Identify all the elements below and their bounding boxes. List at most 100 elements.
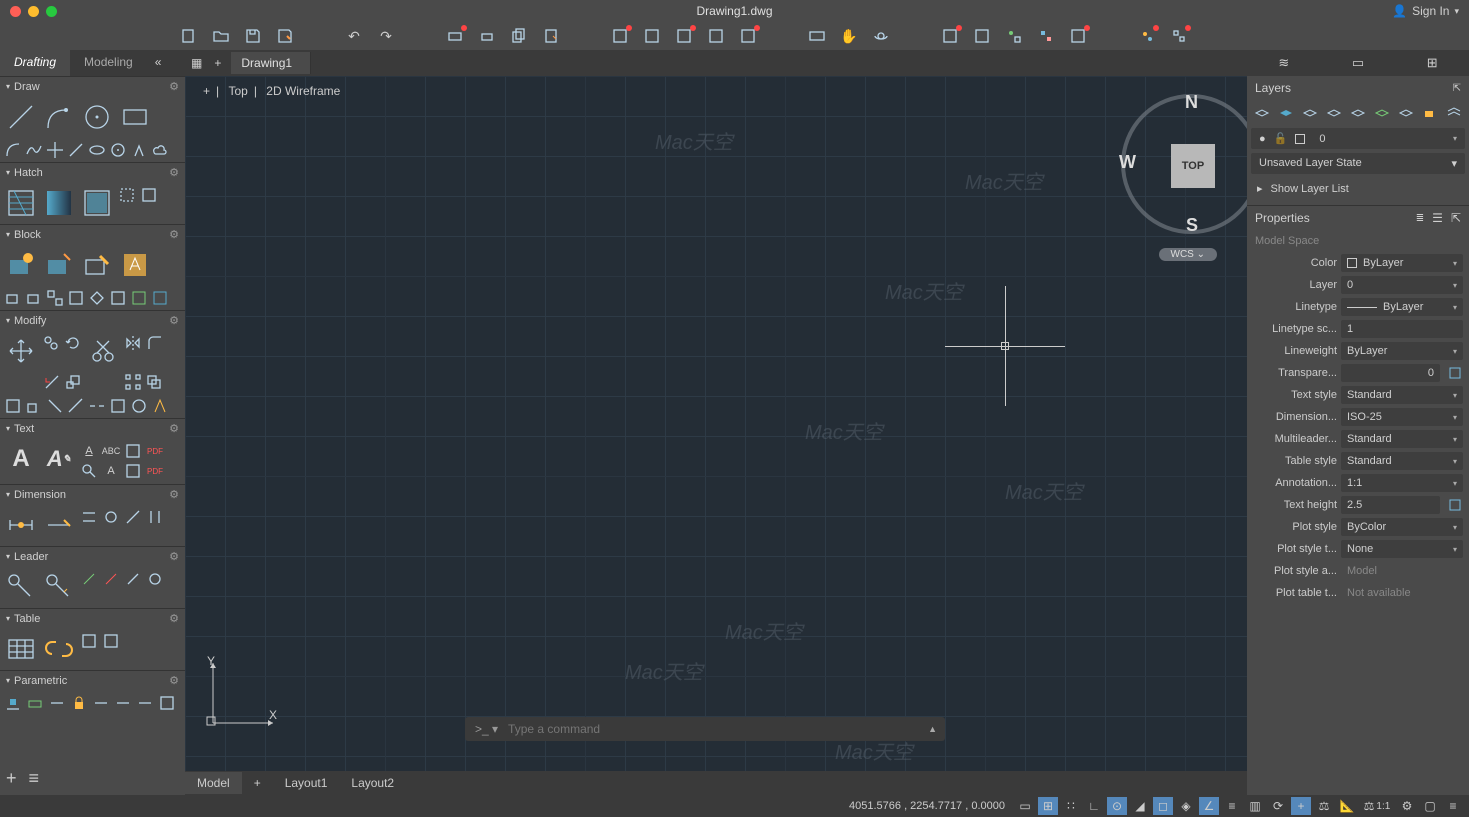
- circle-tool-icon[interactable]: [80, 100, 114, 134]
- layer-mgr-icon[interactable]: [1444, 103, 1463, 123]
- section-text-header[interactable]: ▾Text⚙: [0, 419, 185, 438]
- gear-icon[interactable]: ⚙: [169, 314, 179, 327]
- paste-icon[interactable]: [542, 27, 560, 45]
- ray-tool-icon[interactable]: [67, 141, 85, 159]
- revision-cloud-icon[interactable]: [151, 141, 169, 159]
- count-icon[interactable]: [109, 289, 127, 307]
- offset-tool-icon[interactable]: [145, 373, 163, 391]
- redo-icon[interactable]: ↷: [377, 27, 395, 45]
- stretch-tool-icon[interactable]: [43, 373, 61, 391]
- find-text-icon[interactable]: [80, 462, 98, 480]
- viewcube-w[interactable]: W: [1119, 152, 1136, 173]
- measure-icon[interactable]: [808, 27, 826, 45]
- edit-attr-icon[interactable]: [67, 289, 85, 307]
- section-leader-header[interactable]: ▾Leader⚙: [0, 547, 185, 566]
- customize-icon[interactable]: ≡: [1443, 797, 1463, 815]
- mleader-icon[interactable]: [4, 570, 38, 604]
- otrack-toggle[interactable]: ∠: [1199, 797, 1219, 815]
- mark-up-icon[interactable]: [1069, 27, 1087, 45]
- hide-constraint-icon[interactable]: [114, 694, 132, 712]
- design-center-icon[interactable]: [973, 27, 991, 45]
- layer-iso-icon[interactable]: [1277, 103, 1296, 123]
- replace-block-icon[interactable]: [130, 289, 148, 307]
- insert-block-icon[interactable]: [4, 248, 38, 282]
- property-value[interactable]: 2.5: [1341, 496, 1440, 514]
- fillet-tool-icon[interactable]: [146, 334, 164, 352]
- mgr1-icon[interactable]: [1138, 27, 1156, 45]
- tool-palette-icon[interactable]: [1005, 27, 1023, 45]
- purge-block-icon[interactable]: [151, 289, 169, 307]
- viewcube-n[interactable]: N: [1185, 92, 1198, 113]
- ortho-toggle[interactable]: ∟: [1084, 797, 1104, 815]
- copy-tool-icon[interactable]: [42, 334, 60, 352]
- quickprops-icon[interactable]: ≣: [1416, 213, 1424, 224]
- property-value[interactable]: 0▾: [1341, 276, 1463, 294]
- wcs-selector[interactable]: WCS ⌄: [1159, 248, 1218, 261]
- xref-icon[interactable]: [643, 27, 661, 45]
- layer-lock-toggle-icon[interactable]: 🔓: [1274, 132, 1288, 145]
- dim-linear-icon[interactable]: [4, 508, 38, 542]
- new-file-icon[interactable]: [180, 27, 198, 45]
- mgr2-icon[interactable]: [1170, 27, 1188, 45]
- wblock-icon[interactable]: [4, 289, 22, 307]
- blocks-panel-tab-icon[interactable]: ▭: [1352, 55, 1364, 71]
- copy-clip-icon[interactable]: [510, 27, 528, 45]
- spline-tool-icon[interactable]: [25, 141, 43, 159]
- property-value[interactable]: Standard▾: [1341, 386, 1463, 404]
- polar-toggle[interactable]: ⊙: [1107, 797, 1127, 815]
- autoscale-icon[interactable]: 📐: [1337, 797, 1357, 815]
- layer-freeze-icon[interactable]: [1301, 103, 1320, 123]
- undo-icon[interactable]: ↶: [345, 27, 363, 45]
- clean-screen-icon[interactable]: ▢: [1420, 797, 1440, 815]
- layer-match-icon[interactable]: [1396, 103, 1415, 123]
- menu-icon[interactable]: ≡: [29, 768, 40, 789]
- add-tab-icon[interactable]: +: [208, 52, 227, 74]
- dim-aligned-icon[interactable]: [42, 508, 76, 542]
- vp-plus[interactable]: +: [203, 84, 210, 98]
- dataextract-icon[interactable]: [80, 632, 98, 650]
- break-tool-icon[interactable]: [88, 397, 106, 415]
- viewcube-s[interactable]: S: [1186, 215, 1198, 236]
- open-file-icon[interactable]: [212, 27, 230, 45]
- section-draw-header[interactable]: ▾Draw⚙: [0, 77, 185, 96]
- property-value[interactable]: ByLayer▾: [1341, 342, 1463, 360]
- show-layer-list-button[interactable]: ▸ Show Layer List: [1247, 176, 1469, 201]
- lengthen-tool-icon[interactable]: [67, 397, 85, 415]
- dim-ordinate-icon[interactable]: [146, 508, 164, 526]
- tab-prev-icon[interactable]: «: [147, 50, 170, 76]
- cmd-history-icon[interactable]: ▲: [920, 724, 945, 734]
- field-icon[interactable]: [707, 27, 725, 45]
- gear-icon[interactable]: ⚙: [169, 228, 179, 241]
- gear-icon[interactable]: ⚙: [169, 166, 179, 179]
- gear-icon[interactable]: ⚙: [169, 488, 179, 501]
- dim-arc-icon[interactable]: [102, 508, 120, 526]
- props-picker-icon[interactable]: ☰: [1432, 211, 1443, 225]
- qleader-icon[interactable]: [42, 570, 76, 604]
- import-icon[interactable]: [675, 27, 693, 45]
- point-tool-icon[interactable]: [109, 141, 127, 159]
- reverse-tool-icon[interactable]: [130, 397, 148, 415]
- leader-align-icon[interactable]: [124, 570, 142, 588]
- text-style-icon[interactable]: A: [80, 442, 98, 460]
- leader-remove-icon[interactable]: [102, 570, 120, 588]
- add-section-icon[interactable]: +: [6, 768, 17, 789]
- section-dimension-header[interactable]: ▾Dimension⚙: [0, 485, 185, 504]
- viewcube[interactable]: TOP N S E W: [1121, 94, 1247, 234]
- mirror-tool-icon[interactable]: [124, 334, 142, 352]
- table-tool-icon[interactable]: [4, 632, 38, 666]
- layer-off-icon[interactable]: [1325, 103, 1344, 123]
- join-tool-icon[interactable]: [109, 397, 127, 415]
- lock-constraint-icon[interactable]: [70, 694, 88, 712]
- text-tool-icon[interactable]: A✎: [42, 442, 76, 476]
- table-update-icon[interactable]: [102, 632, 120, 650]
- show-constraint-icon[interactable]: [92, 694, 110, 712]
- pan-icon[interactable]: ✋: [840, 27, 858, 45]
- current-layer-row[interactable]: ● 🔓 0 ▾: [1251, 128, 1465, 149]
- popout-icon[interactable]: ⇱: [1453, 83, 1461, 94]
- block-tool-icon[interactable]: [941, 27, 959, 45]
- erase-tool-icon[interactable]: [25, 397, 43, 415]
- gear-icon[interactable]: ⚙: [169, 550, 179, 563]
- gear-icon[interactable]: ⚙: [169, 80, 179, 93]
- zoom-window-icon[interactable]: [46, 6, 57, 17]
- transparency-toggle[interactable]: ▥: [1245, 797, 1265, 815]
